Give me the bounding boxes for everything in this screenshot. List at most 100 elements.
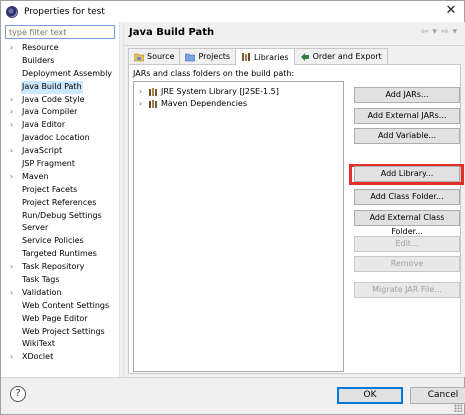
tree-item-label: Java Editor [22,120,66,130]
tree-item-project-references[interactable]: Project References [1,197,119,210]
tree-item-label: Resource [22,43,59,52]
tree-item-targeted-runtimes[interactable]: Targeted Runtimes [1,248,119,261]
add-external-class-folder-button[interactable]: Add External Class Folder... [354,210,460,236]
tree-item-web-content-settings[interactable]: Web Content Settings [1,300,119,313]
expand-arrow-icon[interactable]: › [10,145,18,158]
tree-item-resource[interactable]: › Resource [1,42,119,55]
tree-item-wikitext[interactable]: WikiText [1,338,119,351]
tree-item-deployment-assembly[interactable]: Deployment Assembly [1,68,119,81]
tree-item-java-code-style[interactable]: › Java Code Style [1,94,119,107]
order-export-icon [300,52,309,61]
tab-label: Order and Export [312,52,382,61]
add-variable-button[interactable]: Add Variable... [354,128,460,144]
tree-item-label: Builders [22,55,55,65]
resize-grip[interactable] [454,404,462,412]
add-library-button[interactable]: Add Library... [354,166,460,182]
tree-item-label: Java Compiler [22,107,78,117]
tree-item-javadoc-location[interactable]: Javadoc Location [1,132,119,145]
libraries-tab-panel: JARs and class folders on the build path… [128,64,464,374]
tree-item-service-policies[interactable]: Service Policies [1,235,119,248]
tree-item-label: Service Policies [22,236,84,246]
page-title: Java Build Path [129,27,215,38]
tab-label: Source [147,52,175,61]
header-divider [124,45,465,46]
page-navigation: ⇦ ▾ ⇨ ▾ [421,27,457,37]
tree-item-label: JavaScript [22,146,63,156]
tab-label: Projects [198,52,231,61]
expand-arrow-icon[interactable]: › [10,119,18,132]
forward-arrow-icon[interactable]: ⇨ [441,27,449,37]
tree-item-builders[interactable]: Builders [1,55,119,68]
preferences-tree: › Resource Builders Deployment Assembly Java… [1,42,119,364]
migrate-jar-button[interactable]: Migrate JAR File... [354,282,460,298]
tree-item-label: Server [22,223,49,233]
expand-arrow-icon[interactable]: › [10,171,18,184]
tree-item-label: Task Repository [22,262,85,272]
property-page: Java Build Path ⇦ ▾ ⇨ ▾ Source Projects … [124,22,465,377]
library-tree[interactable]: › JRE System Library [J2SE-1.5] › Maven … [133,81,344,372]
tree-item-label: Run/Debug Settings [22,210,102,220]
preferences-nav-pane: › Resource Builders Deployment Assembly Java… [1,22,119,377]
window-title: Properties for test [24,6,105,17]
expand-arrow-icon[interactable]: › [10,261,18,274]
chevron-down-icon[interactable]: ▾ [432,27,437,37]
tree-item-jsp-fragment[interactable]: JSP Fragment [1,158,119,171]
library-label: JRE System Library [J2SE-1.5] [161,87,279,96]
remove-button[interactable]: Remove [354,256,460,272]
build-path-heading: JARs and class folders on the build path… [133,69,295,78]
tree-item-label: Java Code Style [22,94,85,104]
filter-input[interactable] [5,25,115,39]
source-folder-icon [134,53,144,61]
tree-item-label: Web Content Settings [22,300,110,310]
tree-item-label: Targeted Runtimes [22,249,97,259]
tree-item-web-project-settings[interactable]: Web Project Settings [1,326,119,339]
tab-order-and-export[interactable]: Order and Export [293,48,388,64]
tree-item-xdoclet[interactable]: › XDoclet [1,351,119,364]
expand-arrow-icon[interactable]: › [10,94,18,107]
tab-projects[interactable]: Projects [179,48,237,64]
tree-item-java-compiler[interactable]: › Java Compiler [1,106,119,119]
tree-item-java-editor[interactable]: › Java Editor [1,119,119,132]
tree-item-label: Java Build Path [21,80,83,94]
expand-arrow-icon[interactable]: › [10,351,18,364]
title-bar: Properties for test ✕ [1,1,464,22]
tab-libraries[interactable]: Libraries [235,48,295,65]
add-class-folder-button[interactable]: Add Class Folder... [354,189,460,205]
expand-arrow-icon[interactable]: › [10,287,18,300]
tree-item-task-tags[interactable]: Task Tags [1,274,119,287]
tab-source[interactable]: Source [128,48,181,64]
library-label: Maven Dependencies [161,99,248,108]
close-icon[interactable]: ✕ [444,4,458,18]
expand-arrow-icon[interactable]: › [139,86,142,98]
add-jars-button[interactable]: Add JARs... [354,87,460,103]
maven-library-icon [149,100,157,108]
tree-item-run-debug-settings[interactable]: Run/Debug Settings [1,210,119,223]
tree-item-maven[interactable]: › Maven [1,171,119,184]
expand-arrow-icon[interactable]: › [10,106,18,119]
ok-button[interactable]: OK [337,387,403,404]
tree-item-server[interactable]: Server [1,222,119,235]
tree-item-java-build-path[interactable]: Java Build Path [1,80,119,94]
tree-item-javascript[interactable]: › JavaScript [1,145,119,158]
eclipse-app-icon [6,5,18,18]
edit-button[interactable]: Edit... [354,236,460,252]
tree-item-project-facets[interactable]: Project Facets [1,184,119,197]
expand-arrow-icon[interactable]: › [139,98,142,110]
tree-item-label: Project Facets [22,184,78,194]
tree-item-web-page-editor[interactable]: Web Page Editor [1,313,119,326]
tree-item-label: Javadoc Location [22,133,90,143]
tree-item-label: Task Tags [22,275,60,285]
add-external-jars-button[interactable]: Add External JARs... [354,108,460,124]
tree-item-validation[interactable]: › Validation [1,287,119,300]
expand-arrow-icon[interactable]: › [10,42,18,55]
chevron-down-icon[interactable]: ▾ [452,27,457,37]
tree-item-label: Deployment Assembly [22,68,113,78]
tree-item-label: Web Project Settings [22,326,105,336]
tree-item-label: Project References [22,197,97,207]
back-arrow-icon[interactable]: ⇦ [421,27,429,37]
tree-item-label: JSP Fragment [22,159,76,169]
cancel-button[interactable]: Cancel [410,387,465,404]
properties-dialog: Properties for test ✕ › Resource Builders D… [0,0,465,415]
tree-item-task-repository[interactable]: › Task Repository [1,261,119,274]
help-icon[interactable]: ? [10,386,26,402]
